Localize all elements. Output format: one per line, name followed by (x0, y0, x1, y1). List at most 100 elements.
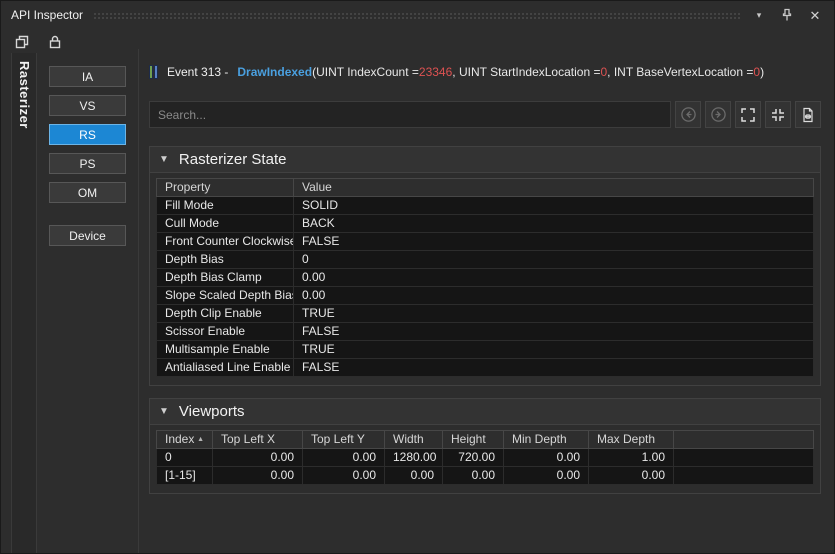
table-row[interactable]: Multisample EnableTRUE (157, 341, 814, 359)
lock-icon (47, 34, 63, 50)
table-cell: Fill Mode (157, 197, 294, 215)
clone-panel-button[interactable] (13, 33, 31, 51)
column-header-max-depth[interactable]: Max Depth (589, 431, 674, 449)
table-cell: Depth Bias Clamp (157, 269, 294, 287)
event-param-value: 0 (753, 65, 760, 79)
copy-icon (14, 34, 30, 50)
section-title: Rasterizer State (179, 151, 287, 168)
table-cell: Cull Mode (157, 215, 294, 233)
section-header-rasterizer-state[interactable]: ▼ Rasterizer State (150, 147, 820, 173)
table-cell: 0.00 (213, 449, 303, 467)
table-cell: 1280.00 (385, 449, 443, 467)
sort-ascending-icon: ▲ (197, 432, 204, 447)
pin-button[interactable] (778, 6, 796, 24)
column-header-height[interactable]: Height (443, 431, 504, 449)
table-cell: TRUE (294, 341, 814, 359)
collapse-icon (770, 107, 786, 123)
section-body: Index ▲ Top Left X Top Left Y Width Heig… (150, 425, 820, 493)
table-cell: Slope Scaled Depth Bias (157, 287, 294, 305)
panel-toolbar (13, 33, 64, 51)
stage-button-vs[interactable]: VS (49, 95, 126, 116)
event-call-link[interactable]: DrawIndexed (237, 65, 312, 79)
table-cell: FALSE (294, 323, 814, 341)
column-header-width[interactable]: Width (385, 431, 443, 449)
event-param-value: 0 (600, 65, 607, 79)
table-cell: 0.00 (504, 449, 589, 467)
table-cell: FALSE (294, 233, 814, 251)
rasterizer-state-table: Property Value Fill ModeSOLIDCull ModeBA… (156, 178, 814, 377)
table-cell: 0.00 (589, 467, 674, 485)
export-document-icon (800, 107, 816, 123)
rasterizer-tab-rail[interactable]: Rasterizer (11, 53, 37, 553)
collapse-all-button[interactable] (765, 101, 791, 128)
stage-button-ps[interactable]: PS (49, 153, 126, 174)
drag-handle-texture[interactable] (93, 12, 740, 21)
event-param-text: (UINT IndexCount = (312, 65, 419, 79)
table-row[interactable]: Scissor EnableFALSE (157, 323, 814, 341)
column-header-top-left-y[interactable]: Top Left Y (303, 431, 385, 449)
export-button[interactable] (795, 101, 821, 128)
table-row[interactable]: [1-15]0.000.000.000.000.000.00 (157, 467, 814, 485)
column-header-index[interactable]: Index ▲ (157, 431, 213, 449)
table-cell: 0.00 (213, 467, 303, 485)
table-row[interactable]: Antialiased Line EnableFALSE (157, 359, 814, 377)
arrow-left-circle-icon (680, 106, 697, 123)
table-cell: Scissor Enable (157, 323, 294, 341)
close-icon: ✕ (810, 9, 821, 22)
event-param-text: ) (760, 65, 764, 79)
stage-button-om[interactable]: OM (49, 182, 126, 203)
table-row[interactable]: Front Counter ClockwiseFALSE (157, 233, 814, 251)
search-toolbar (149, 101, 821, 128)
table-cell: 1.00 (589, 449, 674, 467)
table-row[interactable]: 00.000.001280.00720.000.001.00 (157, 449, 814, 467)
table-row[interactable]: Depth Clip EnableTRUE (157, 305, 814, 323)
close-button[interactable]: ✕ (806, 6, 824, 24)
table-row[interactable]: Depth Bias0 (157, 251, 814, 269)
table-row[interactable]: Fill ModeSOLID (157, 197, 814, 215)
window-menu-button[interactable]: ▾ (750, 6, 768, 24)
table-cell: 0.00 (303, 467, 385, 485)
table-row[interactable]: Slope Scaled Depth Bias0.00 (157, 287, 814, 305)
collapse-caret-icon: ▼ (159, 406, 169, 417)
sidebar-divider (138, 49, 139, 553)
column-header-filler (674, 431, 814, 449)
table-cell: 0.00 (443, 467, 504, 485)
event-param-value: 23346 (419, 65, 452, 79)
column-header-value[interactable]: Value (294, 179, 814, 197)
table-cell: 0.00 (504, 467, 589, 485)
titlebar: API Inspector ▾ ✕ (1, 1, 834, 29)
event-label: Event 313 - (167, 65, 228, 79)
table-cell: Antialiased Line Enable (157, 359, 294, 377)
section-title: Viewports (179, 403, 245, 420)
column-label: Index (165, 432, 194, 447)
forward-button[interactable] (705, 101, 731, 128)
pin-icon (780, 8, 794, 22)
back-button[interactable] (675, 101, 701, 128)
table-row[interactable]: Depth Bias Clamp0.00 (157, 269, 814, 287)
column-header-top-left-x[interactable]: Top Left X (213, 431, 303, 449)
column-header-property[interactable]: Property (157, 179, 294, 197)
table-row[interactable]: Cull ModeBACK (157, 215, 814, 233)
search-input[interactable] (149, 101, 671, 128)
section-viewports: ▼ Viewports Index (149, 398, 821, 494)
section-body: Property Value Fill ModeSOLIDCull ModeBA… (150, 173, 820, 385)
lock-panel-button[interactable] (46, 33, 64, 51)
table-cell: 0.00 (294, 287, 814, 305)
device-button[interactable]: Device (49, 225, 126, 246)
arrow-right-circle-icon (710, 106, 727, 123)
event-param-text: , INT BaseVertexLocation = (607, 65, 753, 79)
expand-all-button[interactable] (735, 101, 761, 128)
stage-button-rs[interactable]: RS (49, 124, 126, 145)
expand-icon (740, 107, 756, 123)
table-cell: BACK (294, 215, 814, 233)
table-cell: Depth Clip Enable (157, 305, 294, 323)
collapse-caret-icon: ▼ (159, 154, 169, 165)
section-header-viewports[interactable]: ▼ Viewports (150, 399, 820, 425)
stage-button-ia[interactable]: IA (49, 66, 126, 87)
column-header-min-depth[interactable]: Min Depth (504, 431, 589, 449)
table-cell: Front Counter Clockwise (157, 233, 294, 251)
pipeline-stage-sidebar: IA VS RS PS OM Device (49, 66, 126, 254)
table-cell: SOLID (294, 197, 814, 215)
rail-label: Rasterizer (17, 53, 32, 129)
event-param-text: , UINT StartIndexLocation = (452, 65, 600, 79)
